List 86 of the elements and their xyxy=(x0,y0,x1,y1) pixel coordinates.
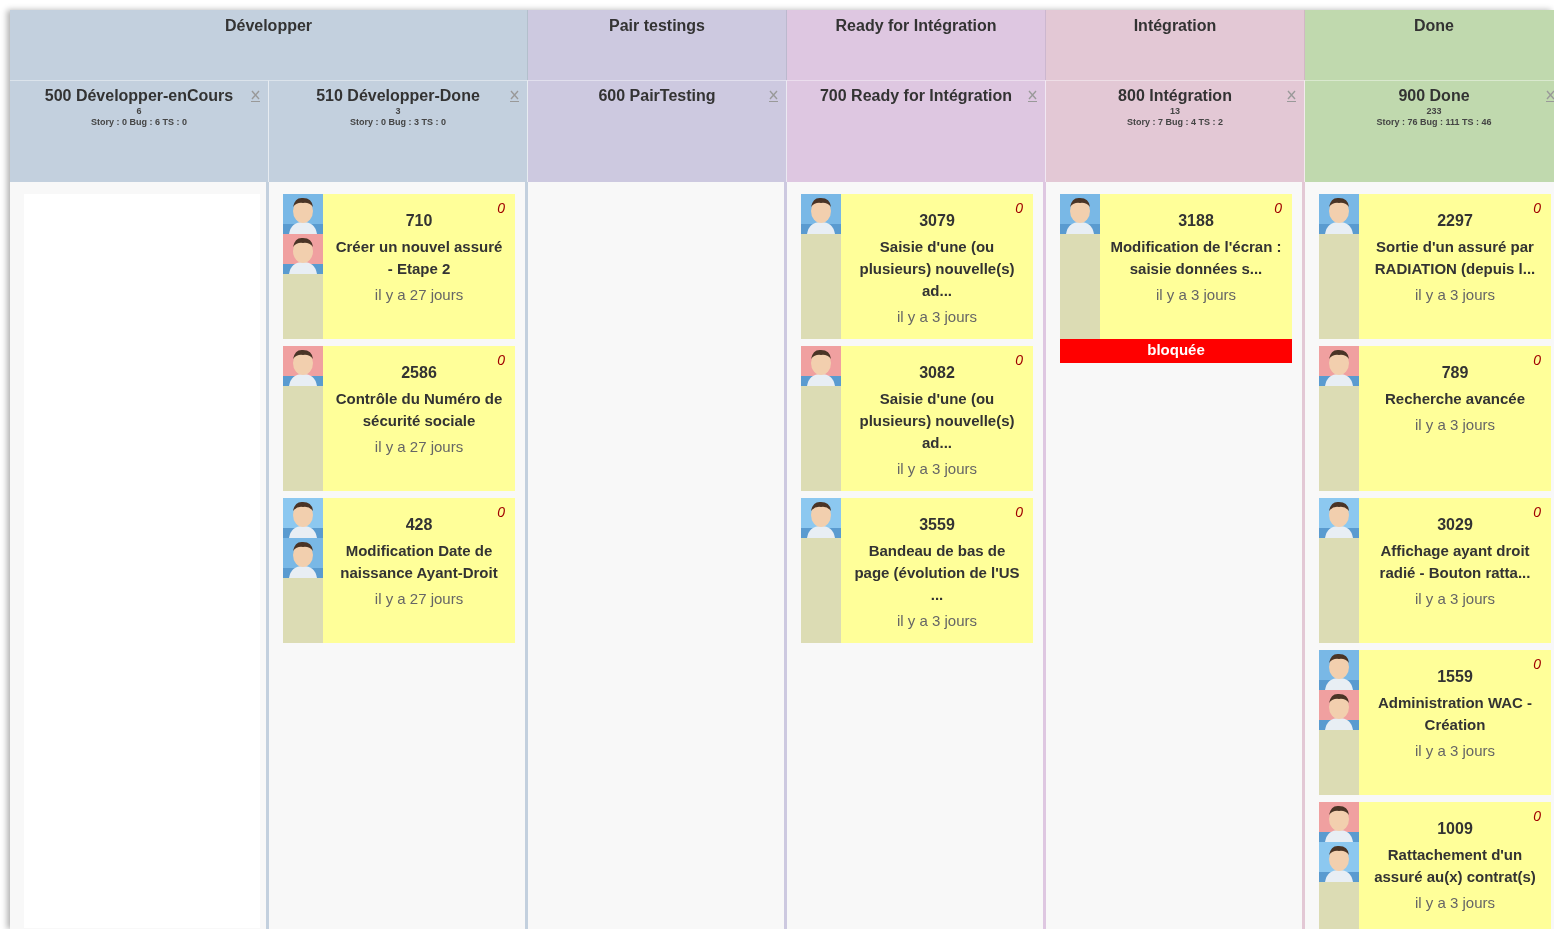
close-icon[interactable] xyxy=(1287,90,1296,102)
group-title: Done xyxy=(1414,17,1454,36)
type-stats: Story : 0 Bug : 3 TS : 0 xyxy=(350,117,446,127)
card-age: il y a 27 jours xyxy=(374,286,464,303)
points: 0 xyxy=(497,504,505,520)
column-title: 900 Done xyxy=(1398,87,1470,105)
column-title: 500 Développer-enCours xyxy=(44,87,234,105)
card-number: 1559 xyxy=(1437,668,1473,686)
task-card[interactable]: 0 1009 Rattachement d'un assuré au(x) contrat(s) il y a 3 jours xyxy=(1319,802,1551,929)
card-number: 3082 xyxy=(919,364,955,382)
group-title: Développer xyxy=(224,17,313,36)
task-card[interactable]: 0 428 Modification Date de naissance Ayant-Droit il y a 27 jours xyxy=(283,498,515,643)
close-icon[interactable] xyxy=(251,90,260,102)
card-title: Modification de l'écran : saisie données s... xyxy=(1110,237,1282,279)
card-number: 3079 xyxy=(919,212,955,230)
card-age: il y a 3 jours xyxy=(896,612,977,629)
card-number: 2586 xyxy=(401,364,437,382)
close-icon[interactable] xyxy=(1028,90,1037,102)
group-title: Intégration xyxy=(1133,17,1217,36)
card-title: Recherche avancée xyxy=(1384,389,1526,409)
card-title: Administration WAC - Création xyxy=(1376,693,1534,735)
close-icon[interactable] xyxy=(769,90,778,102)
group-title: Pair testings xyxy=(609,17,705,36)
card-age: il y a 3 jours xyxy=(1155,286,1236,303)
points: 0 xyxy=(497,200,505,216)
task-card[interactable]: 0 3029 Affichage ayant droit radié - Bouton ratta... il y a 3 jours xyxy=(1319,498,1551,643)
column-title: 800 Intégration xyxy=(1118,87,1232,105)
card-count: 233 xyxy=(1426,106,1442,116)
column-title: 600 PairTesting xyxy=(598,87,716,105)
card-number: 1009 xyxy=(1437,820,1473,838)
card-age: il y a 27 jours xyxy=(374,590,464,607)
card-title: Rattachement d'un assuré au(x) contrat(s) xyxy=(1373,845,1537,887)
task-card[interactable]: 0 710 Créer un nouvel assuré - Etape 2 il y a 27 jours xyxy=(283,194,515,339)
task-card[interactable]: 0 1559 Administration WAC - Création il y a 3 jours xyxy=(1319,650,1551,795)
column-title: 700 Ready for Intégration xyxy=(819,87,1012,105)
card-age: il y a 3 jours xyxy=(1414,416,1495,433)
card-count: 6 xyxy=(136,106,142,116)
card-age: il y a 3 jours xyxy=(1414,590,1495,607)
card-title: Contrôle du Numéro de sécurité sociale xyxy=(334,389,504,431)
card-age: il y a 3 jours xyxy=(1414,742,1495,759)
type-stats: Story : 7 Bug : 4 TS : 2 xyxy=(1127,117,1223,127)
points: 0 xyxy=(1533,808,1541,824)
points: 0 xyxy=(1533,200,1541,216)
task-card[interactable]: 0 3079 Saisie d'une (ou plusieurs) nouvelle(s) ad... il y a 3 jours xyxy=(801,194,1033,339)
card-number: 710 xyxy=(405,212,433,230)
points: 0 xyxy=(1533,504,1541,520)
task-card[interactable]: 0 789 Recherche avancée il y a 3 jours xyxy=(1319,346,1551,491)
card-title: Créer un nouvel assuré - Etape 2 xyxy=(334,237,504,279)
type-stats: Story : 0 Bug : 6 TS : 0 xyxy=(91,117,187,127)
card-title: Sortie d'un assuré par RADIATION (depuis l... xyxy=(1373,237,1537,279)
card-age: il y a 3 jours xyxy=(896,308,977,325)
card-count: 13 xyxy=(1170,106,1180,116)
card-number: 2297 xyxy=(1437,212,1473,230)
card-age: il y a 3 jours xyxy=(1414,286,1495,303)
card-title: Saisie d'une (ou plusieurs) nouvelle(s) ad... xyxy=(858,389,1016,453)
card-count: 3 xyxy=(395,106,401,116)
task-card[interactable]: 0 3082 Saisie d'une (ou plusieurs) nouvelle(s) ad... il y a 3 jours xyxy=(801,346,1033,491)
task-card[interactable]: 0 3559 Bandeau de bas de page (évolution de l'US ... il y a 3 jours xyxy=(801,498,1033,643)
card-number: 3559 xyxy=(919,516,955,534)
card-title: Modification Date de naissance Ayant-Droit xyxy=(339,541,499,583)
card-age: il y a 3 jours xyxy=(896,460,977,477)
points: 0 xyxy=(1533,656,1541,672)
task-card[interactable]: 0 3188 Modification de l'écran : saisie données s... il y a 3 jours xyxy=(1060,194,1292,339)
card-number: 428 xyxy=(405,516,433,534)
card-title: Bandeau de bas de page (évolution de l'US ... xyxy=(853,541,1021,605)
points: 0 xyxy=(1015,352,1023,368)
card-age: il y a 3 jours xyxy=(1414,894,1495,911)
type-stats: Story : 76 Bug : 111 TS : 46 xyxy=(1376,117,1492,127)
points: 0 xyxy=(1015,200,1023,216)
card-number: 3188 xyxy=(1178,212,1214,230)
task-card[interactable]: 0 2297 Sortie d'un assuré par RADIATION (depuis l... il y a 3 jours xyxy=(1319,194,1551,339)
card-age: il y a 27 jours xyxy=(374,438,464,455)
column-title: 510 Développer-Done xyxy=(316,87,480,105)
points: 0 xyxy=(1015,504,1023,520)
task-card[interactable]: 0 2586 Contrôle du Numéro de sécurité sociale il y a 27 jours xyxy=(283,346,515,491)
card-title: Saisie d'une (ou plusieurs) nouvelle(s) ad... xyxy=(858,237,1016,301)
group-title: Ready for Intégration xyxy=(835,17,997,36)
points: 0 xyxy=(497,352,505,368)
close-icon[interactable] xyxy=(510,90,519,102)
points: 0 xyxy=(1533,352,1541,368)
blocked-label: bloquée xyxy=(1060,339,1292,363)
card-number: 3029 xyxy=(1437,516,1473,534)
card-number: 789 xyxy=(1441,364,1469,382)
points: 0 xyxy=(1274,200,1282,216)
close-icon[interactable] xyxy=(1546,90,1554,102)
card-title: Affichage ayant droit radié - Bouton ratta... xyxy=(1378,541,1532,583)
